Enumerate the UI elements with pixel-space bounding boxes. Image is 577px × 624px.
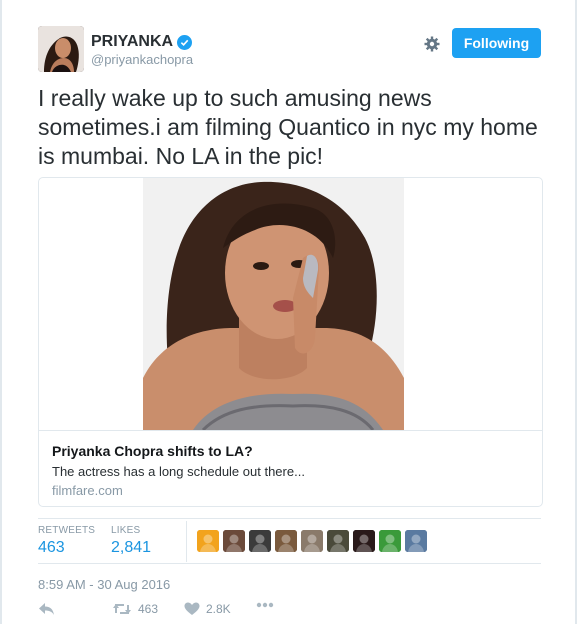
- card-domain[interactable]: filmfare.com: [52, 483, 123, 498]
- link-card[interactable]: Priyanka Chopra shifts to LA? The actres…: [38, 177, 543, 507]
- liker-avatar[interactable]: [327, 530, 349, 552]
- liker-avatar[interactable]: [223, 530, 245, 552]
- liker-avatar[interactable]: [249, 530, 271, 552]
- divider: [38, 518, 541, 519]
- card-body[interactable]: Priyanka Chopra shifts to LA? The actres…: [39, 430, 542, 506]
- reply-icon[interactable]: [38, 602, 55, 616]
- user-name-label[interactable]: PRIYANKA: [91, 33, 173, 51]
- liker-avatar[interactable]: [197, 530, 219, 552]
- heart-icon[interactable]: [184, 602, 200, 616]
- retweet-action[interactable]: 463: [112, 602, 158, 616]
- retweets-count[interactable]: 463: [38, 539, 95, 557]
- retweet-count: 463: [138, 602, 159, 616]
- stats-separator: [186, 521, 187, 562]
- liker-avatar[interactable]: [353, 530, 375, 552]
- tweet-actions: 463 2.8K: [38, 602, 338, 622]
- liker-avatar[interactable]: [405, 530, 427, 552]
- user-handle[interactable]: @priyankachopra: [91, 52, 193, 67]
- like-count: 2.8K: [206, 602, 231, 616]
- liker-avatar[interactable]: [379, 530, 401, 552]
- retweet-icon[interactable]: [112, 602, 132, 616]
- liker-avatar[interactable]: [301, 530, 323, 552]
- retweets-label: RETWEETS: [38, 525, 96, 536]
- avatar[interactable]: [38, 26, 84, 72]
- tweet-text: I really wake up to such amusing news so…: [38, 85, 538, 169]
- tweet-card: PRIYANKA @priyankachopra Following I rea…: [0, 0, 577, 624]
- user-name[interactable]: PRIYANKA: [91, 33, 193, 51]
- card-title[interactable]: Priyanka Chopra shifts to LA?: [52, 443, 253, 459]
- like-action[interactable]: 2.8K: [184, 602, 231, 616]
- following-button[interactable]: Following: [452, 28, 541, 58]
- card-image[interactable]: [143, 178, 404, 430]
- card-description: The actress has a long schedule out ther…: [52, 464, 305, 479]
- liker-avatars: [197, 530, 427, 552]
- tweet-timestamp[interactable]: 8:59 AM - 30 Aug 2016: [38, 577, 170, 592]
- divider: [38, 563, 541, 564]
- retweets-stat[interactable]: RETWEETS 463: [38, 525, 95, 557]
- more-icon[interactable]: [256, 602, 274, 608]
- likes-count[interactable]: 2,841: [111, 539, 151, 557]
- liker-avatar[interactable]: [275, 530, 297, 552]
- likes-label: LIKES: [111, 525, 141, 536]
- verified-badge-icon: [177, 34, 193, 50]
- gear-icon[interactable]: [423, 35, 441, 53]
- likes-stat[interactable]: LIKES 2,841: [111, 525, 151, 557]
